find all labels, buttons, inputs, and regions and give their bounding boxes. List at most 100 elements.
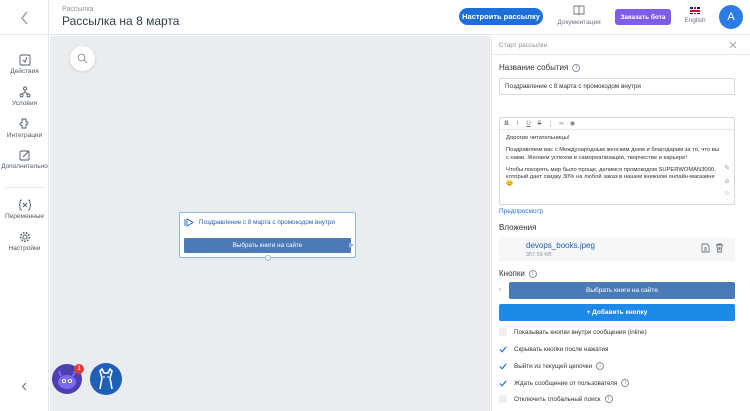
option-label: Выйти из текущей цепочки <box>514 362 593 370</box>
page-title: Рассылка на 8 марта <box>62 14 180 28</box>
option-label: Показывать кнопки внутри сообщения (inli… <box>514 328 647 336</box>
paperclip-icon[interactable]: ⌀ <box>725 177 729 185</box>
sidebar-item-label: Условия <box>11 100 38 107</box>
option-label: Скрывать кнопки после нажатия <box>514 345 609 353</box>
checkmark-icon <box>499 345 507 353</box>
buttons-label: Кнопки i <box>499 269 537 278</box>
sidebar-item-label: Дополнительно <box>1 163 48 170</box>
uk-flag-icon <box>690 7 700 14</box>
close-icon <box>729 41 737 49</box>
order-bot-button[interactable]: Заказать бота <box>615 9 671 25</box>
checkbox[interactable] <box>499 345 507 353</box>
properties-panel: Старт рассылки Название события i Поздра… <box>491 36 750 411</box>
button-item[interactable]: Выбрать книги на сайте <box>509 282 735 299</box>
underline-icon[interactable]: U <box>525 120 532 128</box>
node-bottom-port[interactable] <box>265 255 271 261</box>
option-label: Отключить глобальный поиск <box>514 395 601 403</box>
option-exit-chain[interactable]: Выйти из текущей цепочки i <box>499 360 735 372</box>
strikethrough-icon[interactable]: S <box>536 120 543 128</box>
notification-badge: 1 <box>74 364 84 374</box>
flow-node-start[interactable]: Поздравление с 8 марта с промокодом внут… <box>179 212 356 261</box>
book-icon <box>573 5 585 16</box>
checkbox[interactable] <box>499 379 507 387</box>
node-button[interactable]: Выбрать книги на сайте <box>184 238 351 253</box>
editor-side-tools: ✎ ⌀ ☺ <box>722 164 732 197</box>
italic-icon[interactable]: I <box>514 120 521 128</box>
search-icon <box>77 53 88 64</box>
sidebar-item-label: Действия <box>10 68 39 75</box>
checkmark-icon <box>499 379 507 387</box>
breadcrumb[interactable]: Рассылка <box>62 6 94 13</box>
gear-icon <box>19 231 30 243</box>
emoji-icon[interactable]: ☺ <box>723 190 730 197</box>
sidebar-item-integrations[interactable]: Интеграции <box>0 118 49 146</box>
chevron-left-icon <box>20 11 28 24</box>
language-label: English <box>684 17 706 24</box>
message-editor[interactable]: B I U S ⋮ ∞ ◉ Дорогие читательницы! Позд… <box>499 117 735 205</box>
preview-link[interactable]: Предпросмотр <box>499 208 543 215</box>
pencil-icon[interactable]: ✎ <box>724 164 730 172</box>
collapse-sidebar-button[interactable] <box>17 379 31 393</box>
option-inline-buttons[interactable]: Показывать кнопки внутри сообщения (inli… <box>499 326 735 338</box>
sidebar-item-label: Интеграции <box>6 132 43 139</box>
variables-icon <box>18 199 31 211</box>
sidebar-item-actions[interactable]: Действия <box>0 54 49 82</box>
start-node-icon <box>184 218 194 227</box>
search-button[interactable] <box>70 46 95 71</box>
node-output-port[interactable]: ▶ <box>349 241 355 249</box>
trash-icon[interactable] <box>715 243 724 253</box>
checkbox[interactable] <box>499 328 507 336</box>
info-icon[interactable]: i <box>604 395 613 403</box>
flow-canvas[interactable]: Поздравление с 8 марта с промокодом внут… <box>50 36 490 411</box>
message-text[interactable]: Дорогие читательницы! Поздравляем вас с … <box>506 135 721 194</box>
node-title: Поздравление с 8 марта с промокодом внут… <box>184 218 335 227</box>
checkbox[interactable] <box>499 362 507 370</box>
file-icon[interactable] <box>701 243 710 253</box>
chevron-left-icon <box>21 382 27 390</box>
checkbox[interactable] <box>499 395 507 403</box>
sidebar-item-conditions[interactable]: Условия <box>0 86 49 114</box>
editor-toolbar: B I U S ⋮ ∞ ◉ <box>500 118 734 130</box>
documentation-label: Документация <box>557 19 601 26</box>
link-icon[interactable]: ∞ <box>558 120 565 128</box>
sidebar-item-additional[interactable]: Дополнительно <box>0 149 49 177</box>
option-wait-message[interactable]: Ждать сообщение от пользователя i <box>499 377 735 389</box>
integrations-icon <box>19 118 28 129</box>
close-panel-button[interactable] <box>727 39 739 51</box>
documentation-link[interactable]: Документация <box>555 5 603 30</box>
bot-mascot-icon[interactable]: 1 <box>52 364 84 394</box>
attachment-size: 357.59 KB <box>526 252 552 258</box>
option-disable-global-search[interactable]: Отключить глобальный поиск i <box>499 393 735 405</box>
sidebar-item-settings[interactable]: Настройки <box>0 231 49 259</box>
top-header: Рассылка Рассылка на 8 марта Настроить р… <box>0 0 750 35</box>
additional-icon <box>19 150 29 161</box>
attachment-item: devops_books.jpeg 357.59 KB <box>499 237 735 262</box>
info-icon[interactable]: i <box>596 362 605 370</box>
sidebar-item-label: Настройки <box>8 245 41 252</box>
info-icon[interactable]: i <box>572 63 581 72</box>
option-hide-buttons[interactable]: Скрывать кнопки после нажатия <box>499 343 735 355</box>
back-button[interactable] <box>0 0 49 35</box>
avatar[interactable]: A <box>719 5 743 29</box>
info-icon[interactable]: i <box>528 269 537 278</box>
language-switch[interactable]: English <box>681 5 709 30</box>
buttons-label-text: Кнопки <box>499 269 525 278</box>
sidebar-item-variables[interactable]: Переменные <box>0 199 49 227</box>
event-name-label-text: Название события <box>499 63 569 72</box>
setup-mailing-button[interactable]: Настроить рассылку <box>459 8 543 25</box>
bold-icon[interactable]: B <box>503 120 510 128</box>
eye-icon[interactable]: ◉ <box>569 120 576 128</box>
message-paragraph: Чтобы покорять мир было проще, делимся п… <box>506 166 716 188</box>
sidebar-item-label: Переменные <box>4 213 45 220</box>
event-name-field[interactable]: Поздравление с 8 марта с промокодом внут… <box>499 78 735 95</box>
info-icon[interactable]: i <box>621 379 630 387</box>
attachment-name[interactable]: devops_books.jpeg <box>526 241 595 250</box>
event-name-label: Название события i <box>499 63 581 72</box>
support-llama-icon[interactable] <box>90 363 122 395</box>
attachments-label: Вложения <box>499 223 537 232</box>
code-icon[interactable]: ⋮ <box>547 120 554 128</box>
chevron-left-icon[interactable]: ‹ <box>499 287 501 293</box>
add-button-button[interactable]: + Добавить кнопку <box>499 304 735 321</box>
panel-header-label: Старт рассылки <box>499 42 548 49</box>
actions-icon <box>19 54 30 66</box>
